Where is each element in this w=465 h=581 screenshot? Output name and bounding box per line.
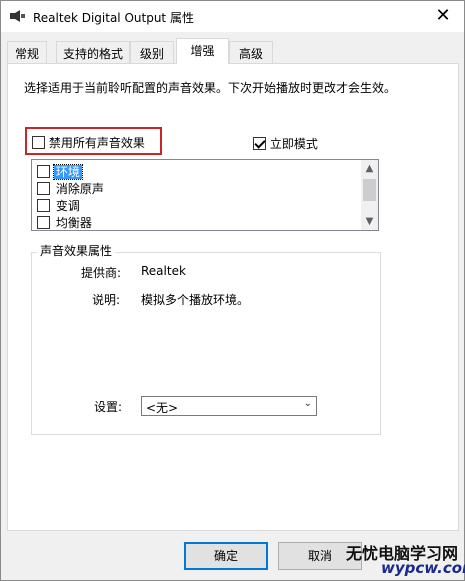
group-title: 声音效果属性 xyxy=(37,242,116,259)
speaker-icon xyxy=(10,10,25,22)
tab-general[interactable]: 常规 xyxy=(7,41,47,63)
instant-mode-label: 立即模式 xyxy=(269,137,318,151)
checkbox-icon[interactable] xyxy=(37,165,50,178)
settings-value: <无> xyxy=(146,401,179,415)
settings-label: 设置: xyxy=(94,400,123,414)
disable-all-label: 禁用所有声音效果 xyxy=(48,136,145,150)
tab-enhancements[interactable]: 增强 xyxy=(176,38,229,64)
checkbox-icon[interactable] xyxy=(37,216,50,229)
scroll-up-icon[interactable]: ▲ xyxy=(361,160,378,177)
list-item-equalizer[interactable]: 均衡器 xyxy=(37,214,94,230)
checkbox-icon[interactable] xyxy=(37,182,50,195)
scroll-thumb[interactable] xyxy=(363,179,376,201)
scroll-down-icon[interactable]: ▼ xyxy=(361,213,378,230)
properties-window: Realtek Digital Output 属性 ✕ 常规 支持的格式 级别 … xyxy=(0,0,465,581)
tab-advanced[interactable]: 高级 xyxy=(229,41,273,63)
close-icon[interactable]: ✕ xyxy=(431,4,455,28)
enhancements-description: 选择适用于当前聆听配置的声音效果。下次开始播放时更改才会生效。 xyxy=(24,81,397,95)
checkbox-checked-icon[interactable] xyxy=(253,137,266,150)
list-item-pitch-shift[interactable]: 变调 xyxy=(37,197,82,213)
checkbox-icon[interactable] xyxy=(32,136,45,149)
ok-button[interactable]: 确定 xyxy=(184,542,268,570)
description-label: 说明: xyxy=(92,293,121,307)
description-value: 模拟多个播放环境。 xyxy=(141,293,250,307)
tab-supported-formats[interactable]: 支持的格式 xyxy=(56,41,130,63)
list-item-environment[interactable]: 环境 xyxy=(37,163,83,180)
instant-mode-checkbox[interactable]: 立即模式 xyxy=(253,135,318,152)
effects-list[interactable]: 环境 消除原声 变调 均衡器 ▲ ▼ xyxy=(31,159,379,231)
provider-label: 提供商: xyxy=(81,266,122,280)
checkbox-icon[interactable] xyxy=(37,199,50,212)
title-bar: Realtek Digital Output 属性 ✕ xyxy=(1,1,464,32)
list-item-voice-cancellation[interactable]: 消除原声 xyxy=(37,180,106,196)
disable-all-checkbox[interactable]: 禁用所有声音效果 xyxy=(32,134,145,151)
provider-value: Realtek xyxy=(141,264,186,278)
tab-levels[interactable]: 级别 xyxy=(130,41,174,63)
watermark-url: wypcw.com xyxy=(381,559,465,577)
chevron-down-icon[interactable]: ⌄ xyxy=(304,398,312,409)
window-title: Realtek Digital Output 属性 xyxy=(33,11,194,25)
list-scrollbar[interactable]: ▲ ▼ xyxy=(361,160,378,230)
settings-dropdown[interactable]: <无> ⌄ xyxy=(141,396,317,416)
